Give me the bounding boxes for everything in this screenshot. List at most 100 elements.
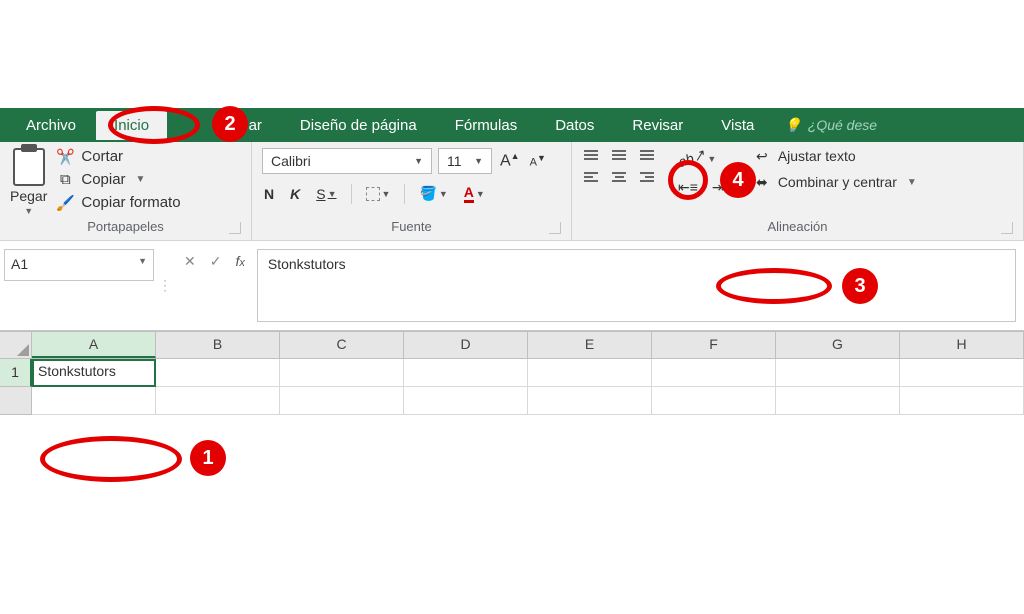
decrease-font-icon: A▼ <box>530 153 546 169</box>
fill-color-button[interactable]: 🪣 ▼ <box>417 183 449 204</box>
align-right-button[interactable] <box>638 170 656 184</box>
formula-value: Stonkstutors <box>268 256 346 272</box>
font-color-button[interactable]: A ▼ <box>462 182 487 205</box>
increase-indent-icon: ⇥≡ <box>712 179 732 196</box>
italic-button[interactable]: K <box>288 184 302 204</box>
cell[interactable] <box>32 387 156 415</box>
cell[interactable] <box>528 387 652 415</box>
cell[interactable] <box>900 387 1024 415</box>
tab-vista[interactable]: Vista <box>703 111 772 140</box>
cell[interactable] <box>280 359 404 387</box>
decrease-indent-icon: ⇤≡ <box>678 179 698 196</box>
cut-button[interactable]: ✂️ Cortar <box>57 148 180 165</box>
name-box[interactable]: A1 ▼ <box>4 249 154 281</box>
cell[interactable] <box>900 359 1024 387</box>
fill-color-icon: 🪣 <box>419 185 436 202</box>
tab-diseno-pagina[interactable]: Diseño de página <box>282 111 435 140</box>
tab-obscured[interactable]: ar <box>245 111 280 140</box>
align-top-icon <box>584 150 598 160</box>
increase-indent-button[interactable]: ⇥≡ <box>710 177 734 198</box>
merge-center-button[interactable]: ⬌ Combinar y centrar ▼ <box>754 174 917 190</box>
tell-me[interactable]: 💡 ¿Qué dese <box>774 117 887 134</box>
tab-formulas[interactable]: Fórmulas <box>437 111 536 140</box>
borders-icon <box>366 187 380 201</box>
ribbon-tabstrip: Archivo Inicio Insert ar Diseño de págin… <box>0 108 1024 142</box>
worksheet-grid: A B C D E F G H 1 Stonkstutors <box>0 331 1024 415</box>
dialog-launcher-icon[interactable] <box>229 222 241 234</box>
formula-input[interactable]: Stonkstutors <box>257 249 1016 322</box>
tab-archivo[interactable]: Archivo <box>8 111 94 140</box>
column-header[interactable]: B <box>156 332 280 358</box>
cell-a1[interactable]: Stonkstutors <box>32 359 156 387</box>
dialog-launcher-icon[interactable] <box>1001 222 1013 234</box>
column-header[interactable]: G <box>776 332 900 358</box>
row-header[interactable] <box>0 387 32 415</box>
align-middle-button[interactable] <box>610 148 628 162</box>
cancel-formula-icon[interactable]: ✕ <box>184 253 196 270</box>
tab-datos[interactable]: Datos <box>537 111 612 140</box>
align-top-button[interactable] <box>582 148 600 162</box>
tell-me-label: ¿Qué dese <box>808 117 877 133</box>
cell[interactable] <box>280 387 404 415</box>
row-header[interactable]: 1 <box>0 359 32 387</box>
orientation-button[interactable]: ab↗ ▼ <box>676 148 734 169</box>
align-center-button[interactable] <box>610 170 628 184</box>
chevron-down-icon: ▼ <box>907 177 917 188</box>
cell[interactable] <box>404 387 528 415</box>
column-header[interactable]: D <box>404 332 528 358</box>
clipboard-icon <box>13 148 45 186</box>
decrease-font-button[interactable]: A▼ <box>528 151 548 171</box>
ribbon: Pegar ▼ ✂️ Cortar ⧉ Copiar ▼ 🖌️ <box>0 142 1024 241</box>
cell[interactable] <box>156 387 280 415</box>
cell[interactable] <box>652 359 776 387</box>
cell[interactable] <box>652 387 776 415</box>
paintbrush-icon: 🖌️ <box>57 195 73 211</box>
cell-value: Stonkstutors <box>38 363 116 379</box>
fx-icon[interactable]: fx <box>235 253 244 269</box>
borders-button[interactable]: ▼ <box>364 185 393 203</box>
decrease-indent-button[interactable]: ⇤≡ <box>676 177 700 198</box>
tab-revisar[interactable]: Revisar <box>614 111 701 140</box>
lightbulb-icon: 💡 <box>784 117 801 134</box>
font-size-combo[interactable]: 11 ▼ <box>438 148 492 174</box>
chevron-down-icon: ▼ <box>138 256 147 266</box>
column-header[interactable]: E <box>528 332 652 358</box>
column-header[interactable]: C <box>280 332 404 358</box>
column-header[interactable]: A <box>32 332 156 358</box>
bold-button[interactable]: N <box>262 184 276 204</box>
align-bottom-button[interactable] <box>638 148 656 162</box>
copy-button[interactable]: ⧉ Copiar ▼ <box>57 171 180 188</box>
column-header[interactable]: H <box>900 332 1024 358</box>
align-left-button[interactable] <box>582 170 600 184</box>
cell[interactable] <box>156 359 280 387</box>
tab-inicio[interactable]: Inicio <box>96 111 167 140</box>
column-header[interactable]: F <box>652 332 776 358</box>
underline-button[interactable]: S ▼ <box>314 184 338 204</box>
format-painter-button[interactable]: 🖌️ Copiar formato <box>57 194 180 211</box>
dialog-launcher-icon[interactable] <box>549 222 561 234</box>
select-all-corner[interactable] <box>0 332 32 358</box>
cell[interactable] <box>776 359 900 387</box>
font-name-combo[interactable]: Calibri ▼ <box>262 148 432 174</box>
align-bottom-icon <box>640 150 654 160</box>
accept-formula-icon[interactable]: ✓ <box>210 253 222 270</box>
chevron-down-icon: ▼ <box>328 189 337 199</box>
copy-icon: ⧉ <box>57 172 73 188</box>
increase-font-icon: A▲ <box>500 151 520 170</box>
paste-button[interactable]: Pegar ▼ <box>10 148 47 216</box>
cell[interactable] <box>776 387 900 415</box>
group-alignment: ab↗ ▼ ⇤≡ ⇥≡ ↩ Ajustar <box>572 142 1024 240</box>
underline-label: S <box>316 186 325 202</box>
cut-label: Cortar <box>81 148 123 165</box>
wrap-text-button[interactable]: ↩ Ajustar texto <box>754 148 917 164</box>
cell[interactable] <box>528 359 652 387</box>
annotation-circle-1 <box>40 436 182 482</box>
font-size-value: 11 <box>447 153 462 169</box>
font-color-icon: A <box>464 184 474 203</box>
group-clipboard: Pegar ▼ ✂️ Cortar ⧉ Copiar ▼ 🖌️ <box>0 142 252 240</box>
chevron-down-icon: ▼ <box>707 154 716 164</box>
scissors-icon: ✂️ <box>57 149 73 165</box>
increase-font-button[interactable]: A▲ <box>498 149 522 172</box>
cell[interactable] <box>404 359 528 387</box>
chevron-down-icon: ▼ <box>470 156 487 166</box>
